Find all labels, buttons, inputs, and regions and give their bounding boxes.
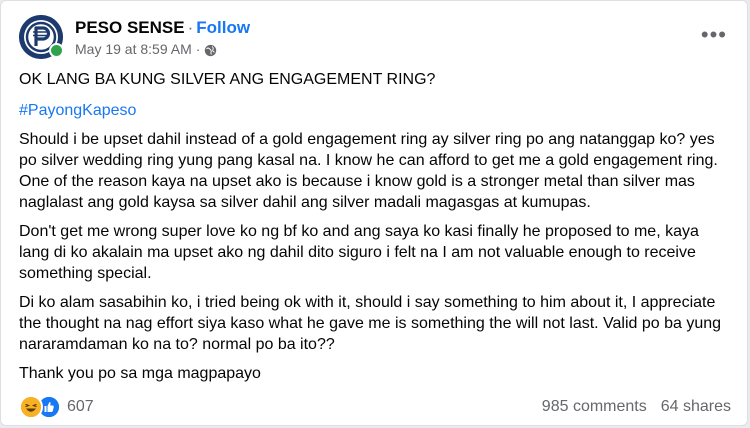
online-status-indicator [49, 43, 64, 58]
post-paragraph: Don't get me wrong super love ko ng bf k… [19, 223, 699, 282]
post-footer: 607 985 comments 64 shares [19, 395, 731, 419]
page-avatar[interactable] [19, 15, 64, 59]
reactions-summary[interactable]: 607 [19, 395, 94, 419]
haha-reaction-icon [19, 395, 43, 419]
post-title: OK LANG BA KUNG SILVER ANG ENGAGEMENT RI… [19, 71, 436, 88]
more-options-icon[interactable]: ••• [701, 24, 727, 46]
post-paragraph: Di ko alam sasabihin ko, i tried being o… [19, 294, 722, 353]
post-timestamp[interactable]: May 19 at 8:59 AM [75, 40, 192, 58]
post-header: PESO SENSE · Follow May 19 at 8:59 AM · ••… [19, 15, 729, 59]
post-body: OK LANG BA KUNG SILVER ANG ENGAGEMENT RI… [19, 69, 731, 392]
post-meta: PESO SENSE · Follow May 19 at 8:59 AM · [75, 17, 250, 58]
post-card: PESO SENSE · Follow May 19 at 8:59 AM · ••… [0, 0, 748, 426]
name-separator: · [187, 18, 194, 37]
follow-button[interactable]: Follow [196, 18, 250, 37]
page-name-link[interactable]: PESO SENSE [75, 18, 185, 37]
comments-count-link[interactable]: 985 comments [542, 398, 647, 415]
shares-count-link[interactable]: 64 shares [661, 398, 731, 415]
post-paragraph: Should i be upset dahil instead of a gol… [19, 131, 718, 211]
post-paragraph: Thank you po sa mga magpapayo [19, 365, 261, 382]
hashtag-link[interactable]: #PayongKapeso [19, 100, 731, 121]
engagement-stats: 985 comments 64 shares [542, 395, 731, 419]
globe-icon[interactable] [204, 43, 217, 56]
timestamp-separator: · [195, 41, 201, 57]
reaction-count: 607 [67, 398, 94, 415]
